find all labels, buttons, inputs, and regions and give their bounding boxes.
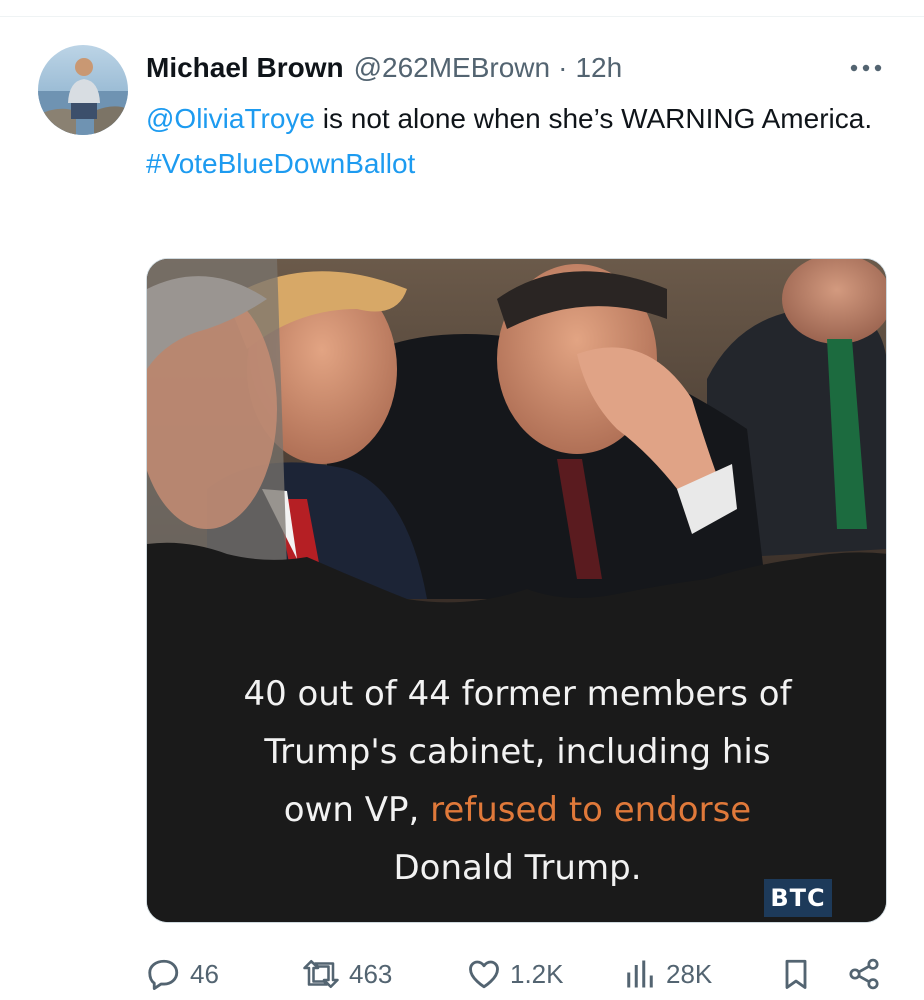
more-horizontal-icon [850, 64, 882, 72]
retweet-count: 463 [349, 958, 393, 989]
views-count: 28K [666, 958, 713, 989]
tweet-header: Michael Brown @262MEBrown · 12h [146, 50, 622, 86]
like-icon [466, 956, 502, 992]
separator-dot: · [558, 52, 568, 83]
retweet-button[interactable]: 463 [301, 952, 392, 996]
bookmark-icon [778, 956, 814, 992]
reply-button[interactable]: 46 [146, 952, 219, 996]
hashtag-link[interactable]: #VoteBlueDownBallot [146, 141, 886, 186]
btc-watermark-logo: BTC [764, 879, 832, 917]
reply-icon [146, 956, 182, 992]
author-handle[interactable]: @262MEBrown [354, 52, 551, 84]
views-icon [622, 956, 658, 992]
bookmark-button[interactable] [778, 952, 814, 996]
author-name[interactable]: Michael Brown [146, 52, 344, 84]
action-bar: 46 463 1.2K 28K [146, 952, 890, 996]
mention-link[interactable]: @OliviaTroye [146, 103, 315, 134]
avatar[interactable] [38, 45, 128, 135]
tweet-timestamp[interactable]: 12h [575, 52, 622, 84]
like-count: 1.2K [510, 958, 564, 989]
caption-line-3-start: own VP, [283, 790, 431, 830]
more-options-button[interactable] [846, 54, 886, 82]
caption-line-2: Trump's cabinet, including his [264, 732, 771, 772]
reply-count: 46 [190, 958, 219, 989]
top-divider [0, 16, 924, 17]
tweet-body: is not alone when she’s WARNING America. [314, 103, 873, 134]
views-button[interactable]: 28K [622, 952, 712, 996]
share-icon [846, 956, 882, 992]
caption-line-1: 40 out of 44 former members of [243, 674, 792, 714]
caption-highlight: refused to endorse [430, 790, 752, 830]
caption-line-3: own VP, refused to endorse [147, 781, 886, 839]
like-button[interactable]: 1.2K [466, 952, 564, 996]
share-button[interactable] [846, 952, 882, 996]
retweet-icon [301, 956, 341, 992]
tweet-image[interactable]: 40 out of 44 former members of Trump's c… [146, 258, 887, 923]
tweet-text: @OliviaTroye is not alone when she’s WAR… [146, 96, 886, 186]
image-caption: 40 out of 44 former members of Trump's c… [147, 665, 886, 897]
